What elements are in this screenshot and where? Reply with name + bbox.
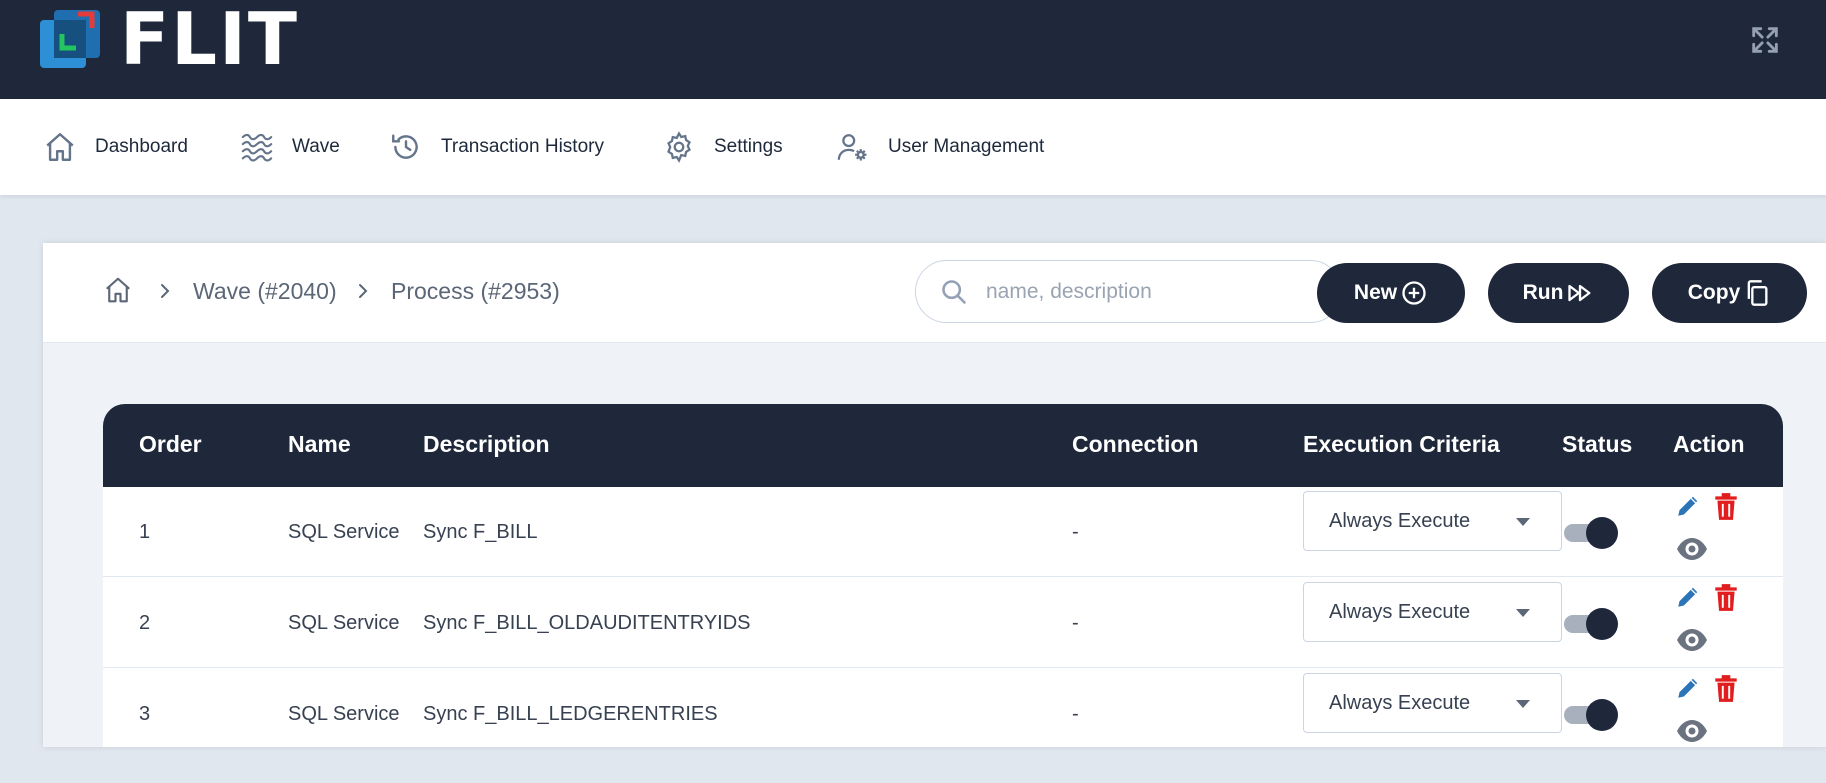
plus-circle-icon (1402, 281, 1426, 305)
cell-name: SQL Service (288, 703, 400, 725)
header-execution-criteria[interactable]: Execution Criteria (1303, 431, 1500, 458)
trash-icon[interactable] (1713, 582, 1739, 612)
flit-logo-icon (40, 10, 100, 68)
logo-text: FLIT (120, 0, 299, 81)
nav-label: Settings (714, 136, 783, 157)
card-header: Wave (#2040) Process (#2953) New Run Cop… (43, 243, 1826, 343)
table-row[interactable]: 1 SQL Service Sync F_BILL - Always Execu… (103, 487, 1783, 577)
nav-item-dashboard[interactable]: Dashboard (43, 99, 188, 195)
process-card: Wave (#2040) Process (#2953) New Run Cop… (43, 243, 1826, 747)
caret-down-icon (1516, 609, 1530, 617)
trash-icon[interactable] (1713, 673, 1739, 703)
gear-icon (667, 131, 691, 163)
nav-label: Transaction History (441, 136, 604, 157)
wave-icon (241, 133, 273, 162)
status-toggle[interactable] (1564, 699, 1618, 731)
caret-down-icon (1516, 700, 1530, 708)
trash-icon[interactable] (1713, 491, 1739, 521)
status-toggle[interactable] (1564, 608, 1618, 640)
cell-description: Sync F_BILL_OLDAUDITENTRYIDS (423, 612, 751, 634)
toggle-knob (1586, 517, 1618, 549)
execution-criteria-select[interactable]: Always Execute (1303, 582, 1562, 642)
breadcrumb-wave[interactable]: Wave (#2040) (193, 278, 337, 305)
home-icon (46, 133, 74, 161)
search-input[interactable] (986, 279, 1306, 304)
header-description[interactable]: Description (423, 431, 550, 458)
chevron-right-icon (155, 281, 175, 301)
cell-connection: - (1072, 612, 1079, 634)
cell-order: 3 (139, 703, 151, 725)
search-box (915, 260, 1342, 323)
pencil-icon[interactable] (1675, 493, 1701, 519)
user-gear-icon (837, 134, 867, 161)
chevron-right-icon (353, 281, 373, 301)
header-order[interactable]: Order (139, 431, 202, 458)
status-toggle[interactable] (1564, 517, 1618, 549)
fast-forward-icon (1568, 284, 1591, 302)
cell-description: Sync F_BILL (423, 521, 538, 543)
nav-label: Wave (292, 136, 340, 157)
toggle-knob (1586, 608, 1618, 640)
main-nav: Dashboard Wave Transaction History Setti… (0, 99, 1826, 195)
new-button-label: New (1353, 281, 1398, 304)
pencil-icon[interactable] (1675, 584, 1701, 610)
header-action: Action (1673, 431, 1745, 457)
table-header: Order Name Description Connection Execut… (103, 404, 1783, 487)
eye-icon[interactable] (1675, 626, 1709, 654)
cell-name: SQL Service (288, 612, 400, 634)
header-name[interactable]: Name (288, 431, 351, 458)
nav-item-wave[interactable]: Wave (240, 99, 340, 195)
new-button[interactable]: New (1317, 263, 1465, 323)
execution-criteria-select[interactable]: Always Execute (1303, 673, 1562, 733)
cell-order: 2 (139, 612, 151, 634)
execution-criteria-value: Always Execute (1329, 509, 1471, 532)
cell-name: SQL Service (288, 521, 400, 543)
nav-label: User Management (888, 136, 1045, 157)
execution-criteria-select[interactable]: Always Execute (1303, 491, 1562, 551)
caret-down-icon (1516, 518, 1530, 526)
run-button-label: Run (1522, 281, 1564, 304)
execution-criteria-value: Always Execute (1329, 691, 1471, 714)
process-table: Order Name Description Connection Execut… (103, 404, 1783, 747)
table-row[interactable]: 2 SQL Service Sync F_BILL_OLDAUDITENTRYI… (103, 578, 1783, 668)
nav-item-transaction-history[interactable]: Transaction History (389, 99, 604, 195)
search-icon (942, 279, 966, 304)
cell-connection: - (1072, 521, 1079, 543)
execution-criteria-value: Always Execute (1329, 600, 1471, 623)
fullscreen-icon[interactable] (1748, 23, 1782, 57)
nav-item-user-management[interactable]: User Management (836, 99, 1044, 195)
pencil-icon[interactable] (1675, 675, 1701, 701)
eye-icon[interactable] (1675, 717, 1709, 745)
breadcrumb-process: Process (#2953) (391, 278, 560, 304)
copy-icon (1747, 280, 1768, 306)
breadcrumb-home-icon[interactable] (103, 275, 133, 305)
header-status[interactable]: Status (1562, 431, 1632, 458)
run-button[interactable]: Run (1488, 263, 1629, 323)
toggle-knob (1586, 699, 1618, 731)
top-bar: FLIT (0, 0, 1826, 99)
app-logo[interactable]: FLIT (40, 0, 299, 81)
cell-description: Sync F_BILL_LEDGERENTRIES (423, 703, 718, 725)
cell-order: 1 (139, 521, 151, 543)
eye-icon[interactable] (1675, 535, 1709, 563)
history-icon (392, 134, 418, 159)
copy-button-label: Copy (1687, 281, 1741, 304)
cell-connection: - (1072, 703, 1079, 725)
copy-button[interactable]: Copy (1652, 263, 1807, 323)
header-connection[interactable]: Connection (1072, 431, 1199, 458)
nav-label: Dashboard (95, 136, 188, 157)
table-row[interactable]: 3 SQL Service Sync F_BILL_LEDGERENTRIES … (103, 669, 1783, 747)
nav-item-settings[interactable]: Settings (662, 99, 783, 195)
